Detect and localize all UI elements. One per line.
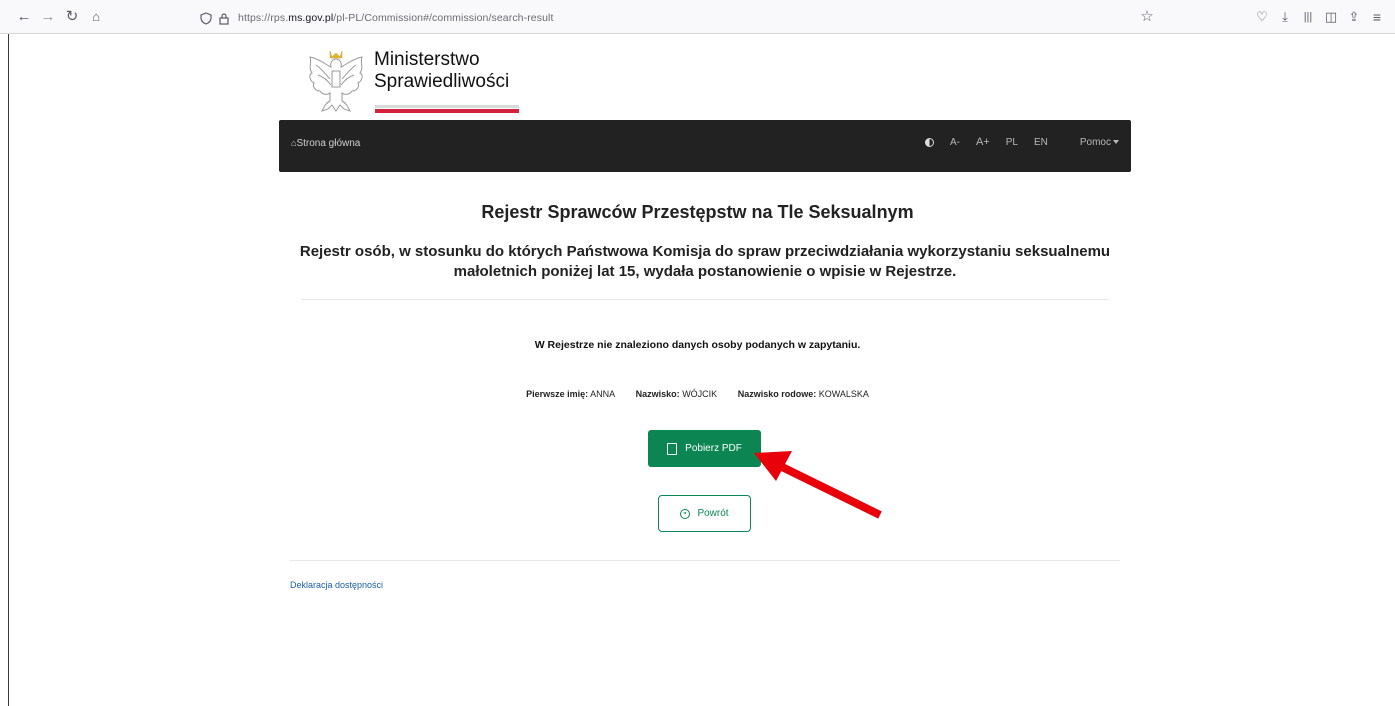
sidebar-icon[interactable]: ◫ bbox=[1322, 8, 1340, 26]
font-increase-button[interactable]: A+ bbox=[976, 136, 990, 148]
page-subtitle: Rejestr osób, w stosunku do których Pańs… bbox=[299, 243, 1111, 280]
nav-home-link[interactable]: ⌂Strona główna bbox=[291, 138, 360, 149]
url-text: https://rps.ms.gov.pl/pl-PL/Commission#/… bbox=[238, 12, 553, 24]
pocket-icon[interactable]: ♡ bbox=[1253, 8, 1271, 26]
window-border bbox=[8, 34, 9, 706]
page-title: Rejestr Sprawców Przestępstw na Tle Seks… bbox=[481, 202, 914, 222]
param-value: KOWALSKA bbox=[818, 389, 869, 399]
download-pdf-label: Pobierz PDF bbox=[685, 443, 742, 454]
url-path: /pl-PL/Commission#/commission/search-res… bbox=[333, 12, 554, 24]
back-button[interactable]: Powrót bbox=[658, 495, 751, 532]
param-label: Pierwsze imię: bbox=[526, 389, 589, 399]
accessibility-declaration-link[interactable]: Deklaracja dostępności bbox=[290, 580, 383, 590]
lang-en-button[interactable]: EN bbox=[1034, 137, 1048, 148]
flag-stripe-white bbox=[375, 105, 519, 108]
lock-icon bbox=[219, 12, 229, 25]
param-family-name: Nazwisko rodowe: KOWALSKA bbox=[738, 389, 869, 399]
back-arrow-icon[interactable]: ← bbox=[14, 7, 34, 27]
ministry-logo[interactable]: Ministerstwo Sprawiedliwości bbox=[302, 45, 522, 117]
param-value: WÓJCIK bbox=[682, 389, 718, 399]
footer-divider bbox=[290, 560, 1120, 561]
lang-pl-button[interactable]: PL bbox=[1006, 137, 1018, 148]
library-icon[interactable]: ||| bbox=[1299, 8, 1317, 26]
not-found-message: W Rejestrze nie znaleziono danych osoby … bbox=[534, 339, 861, 351]
font-decrease-button[interactable]: A- bbox=[950, 137, 960, 148]
menu-icon[interactable]: ≡ bbox=[1368, 8, 1386, 26]
query-params: Pierwsze imię: ANNA Nazwisko: WÓJCIK Naz… bbox=[0, 389, 1395, 399]
reload-icon[interactable]: ↻ bbox=[62, 7, 82, 27]
flag-stripe-red bbox=[375, 109, 519, 113]
eagle-emblem-icon bbox=[309, 50, 363, 112]
logo-line-1: Ministerstwo bbox=[374, 49, 480, 70]
bookmark-star-icon[interactable]: ☆ bbox=[1138, 8, 1156, 26]
circle-arrow-left-icon bbox=[680, 508, 691, 519]
home-icon[interactable]: ⌂ bbox=[86, 7, 106, 27]
shield-icon bbox=[200, 11, 212, 25]
divider bbox=[302, 299, 1109, 300]
param-surname: Nazwisko: WÓJCIK bbox=[636, 389, 718, 399]
browser-toolbar: ← → ↻ ⌂ https://rps.ms.gov.pl/pl-PL/Comm… bbox=[0, 0, 1395, 34]
download-icon[interactable]: ⤓ bbox=[1276, 8, 1294, 26]
url-prefix: https://rps. bbox=[238, 12, 289, 24]
param-label: Nazwisko: bbox=[635, 389, 680, 399]
nav-home-label: Strona główna bbox=[296, 138, 361, 149]
back-button-label: Powrót bbox=[697, 508, 729, 519]
help-dropdown[interactable]: Pomoc bbox=[1064, 137, 1119, 148]
forward-arrow-icon[interactable]: → bbox=[38, 7, 58, 27]
param-value: ANNA bbox=[590, 389, 616, 399]
address-bar[interactable]: https://rps.ms.gov.pl/pl-PL/Commission#/… bbox=[200, 8, 553, 28]
url-domain: ms.gov.pl bbox=[288, 12, 334, 24]
nav-right-group: A- A+ PL EN Pomoc bbox=[924, 136, 1119, 148]
annotation-arrow-icon bbox=[754, 451, 882, 519]
caret-down-icon bbox=[1113, 139, 1119, 144]
param-label: Nazwisko rodowe: bbox=[737, 389, 817, 399]
pdf-file-icon bbox=[667, 442, 678, 455]
help-label: Pomoc bbox=[1079, 136, 1111, 148]
contrast-icon[interactable] bbox=[924, 137, 934, 147]
main-navbar: ⌂Strona główna A- A+ PL EN Pomoc bbox=[279, 120, 1131, 172]
logo-text: Ministerstwo Sprawiedliwości bbox=[374, 49, 509, 93]
param-first-name: Pierwsze imię: ANNA bbox=[526, 389, 615, 399]
share-icon[interactable]: ⇪ bbox=[1345, 8, 1363, 26]
logo-line-2: Sprawiedliwości bbox=[374, 71, 510, 92]
